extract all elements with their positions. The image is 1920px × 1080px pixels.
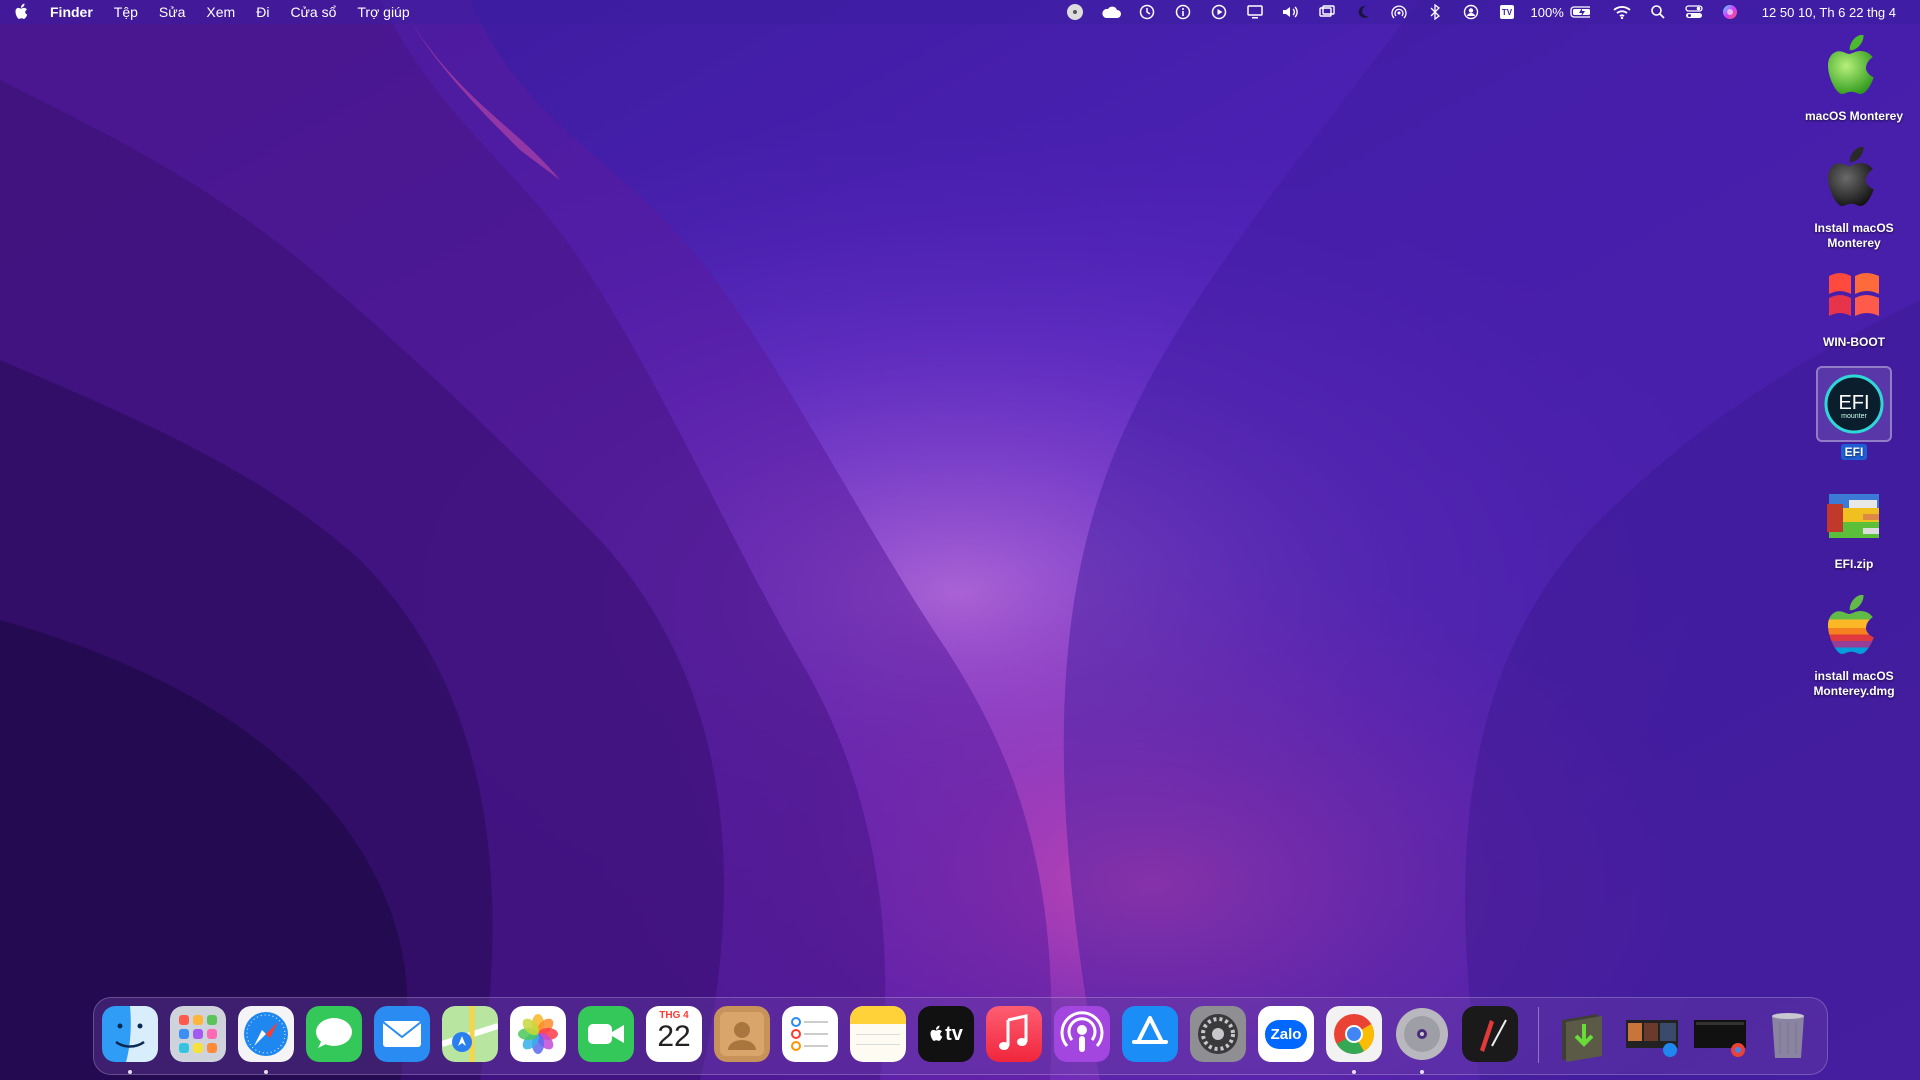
music-icon[interactable] — [986, 1006, 1042, 1062]
facetime-icon[interactable] — [578, 1006, 634, 1062]
desktop-item-install-macos-monterey[interactable]: Install macOS Monterey — [1799, 142, 1909, 251]
podcasts-icon[interactable] — [1054, 1006, 1110, 1062]
desktop-item-label: Install macOS Monterey — [1814, 221, 1894, 250]
apple-tv-icon[interactable]: tv — [918, 1006, 974, 1062]
maps-icon[interactable] — [442, 1006, 498, 1062]
menu-help[interactable]: Trợ giúp — [357, 4, 409, 20]
desktop-item-label: EFI — [1799, 444, 1909, 460]
rainbow-apple-icon — [1816, 590, 1892, 666]
safari-icon[interactable] — [238, 1006, 294, 1062]
pdf-app-icon[interactable] — [1462, 1006, 1518, 1062]
windows-disk-icon — [1816, 256, 1892, 332]
battery-icon[interactable] — [1570, 2, 1590, 22]
dark-apple-disk-icon — [1816, 142, 1892, 218]
desktop-wallpaper — [0, 0, 1920, 1080]
disk-icon[interactable] — [1065, 2, 1085, 22]
contacts-icon[interactable] — [714, 1006, 770, 1062]
display-icon[interactable] — [1245, 2, 1265, 22]
chrome-icon[interactable] — [1326, 1006, 1382, 1062]
screens-icon[interactable] — [1317, 2, 1337, 22]
siri-icon[interactable] — [1720, 2, 1740, 22]
apple-logo-icon — [930, 1025, 943, 1041]
green-apple-disk-icon — [1816, 30, 1892, 106]
safari-window-thumbnail-icon[interactable] — [1624, 1006, 1680, 1062]
app-store-icon[interactable] — [1122, 1006, 1178, 1062]
desktop-item-label: WIN-BOOT — [1823, 335, 1885, 349]
menu-edit[interactable]: Sửa — [159, 4, 186, 20]
downloads-folder-icon[interactable] — [1556, 1006, 1612, 1062]
apple-tv-label: tv — [945, 1022, 963, 1045]
play-icon[interactable] — [1209, 2, 1229, 22]
cloud-icon[interactable] — [1101, 2, 1121, 22]
notes-icon[interactable] — [850, 1006, 906, 1062]
airdrop-icon[interactable] — [1389, 2, 1409, 22]
zalo-label: Zalo — [1264, 1019, 1308, 1049]
desktop-item-macos-monterey[interactable]: macOS Monterey — [1799, 30, 1909, 124]
moon-icon[interactable] — [1353, 2, 1373, 22]
menubar-clock[interactable]: 12 50 10, Th 6 22 thg 4 — [1762, 5, 1896, 20]
menu-view[interactable]: Xem — [206, 4, 235, 20]
desktop-item-win-boot[interactable]: WIN-BOOT — [1799, 256, 1909, 350]
menu-file[interactable]: Tệp — [114, 4, 138, 20]
desktop-item-efi[interactable]: EFI mounter EFI — [1799, 366, 1909, 460]
calendar-icon[interactable]: THG 4 22 — [646, 1006, 702, 1062]
spotlight-icon[interactable] — [1648, 2, 1668, 22]
svg-text:EFI: EFI — [1838, 392, 1869, 414]
disk-utility-running-indicator — [1420, 1070, 1424, 1074]
bluetooth-icon[interactable] — [1425, 2, 1445, 22]
desktop-item-efi-zip[interactable]: EFI.zip — [1799, 478, 1909, 572]
archive-icon — [1816, 478, 1892, 554]
desktop-item-label: install macOS Monterey.dmg — [1813, 669, 1895, 698]
system-preferences-icon[interactable] — [1190, 1006, 1246, 1062]
apple-menu-icon[interactable] — [14, 3, 32, 21]
svg-text:mounter: mounter — [1841, 413, 1867, 420]
time-machine-icon[interactable] — [1137, 2, 1157, 22]
calendar-day: 22 — [657, 1020, 691, 1053]
wifi-icon[interactable] — [1612, 2, 1632, 22]
menu-go[interactable]: Đi — [256, 4, 269, 20]
mail-icon[interactable] — [374, 1006, 430, 1062]
desktop-item-install-macos-dmg[interactable]: install macOS Monterey.dmg — [1799, 590, 1909, 699]
reminders-icon[interactable] — [782, 1006, 838, 1062]
volume-icon[interactable] — [1281, 2, 1301, 22]
disk-utility-icon[interactable] — [1394, 1006, 1450, 1062]
control-center-icon[interactable] — [1684, 2, 1704, 22]
finder-icon[interactable] — [102, 1006, 158, 1062]
menu-bar: Finder Tệp Sửa Xem Đi Cửa sổ Trợ giúp TV… — [0, 0, 1920, 24]
user-icon[interactable] — [1461, 2, 1481, 22]
efi-mounter-icon: EFI mounter — [1816, 366, 1892, 442]
desktop-item-label-text: EFI — [1840, 444, 1868, 460]
launchpad-icon[interactable] — [170, 1006, 226, 1062]
desktop-item-label: EFI.zip — [1834, 557, 1874, 571]
input-method-icon[interactable]: TV — [1497, 2, 1517, 22]
photos-icon[interactable] — [510, 1006, 566, 1062]
chrome-running-indicator — [1352, 1070, 1356, 1074]
safari-running-indicator — [264, 1070, 268, 1074]
app-menu-finder[interactable]: Finder — [50, 4, 93, 20]
trash-icon[interactable] — [1760, 1006, 1816, 1062]
desktop-item-label: macOS Monterey — [1804, 109, 1904, 123]
zalo-icon[interactable]: Zalo — [1258, 1006, 1314, 1062]
dock-separator — [1538, 1007, 1539, 1063]
battery-percent: 100% — [1530, 4, 1564, 20]
svg-text:TV: TV — [1501, 8, 1512, 17]
chrome-window-thumbnail-icon[interactable] — [1692, 1006, 1748, 1062]
info-icon[interactable] — [1173, 2, 1193, 22]
menu-window[interactable]: Cửa sổ — [290, 4, 336, 20]
finder-running-indicator — [128, 1070, 132, 1074]
messages-icon[interactable] — [306, 1006, 362, 1062]
